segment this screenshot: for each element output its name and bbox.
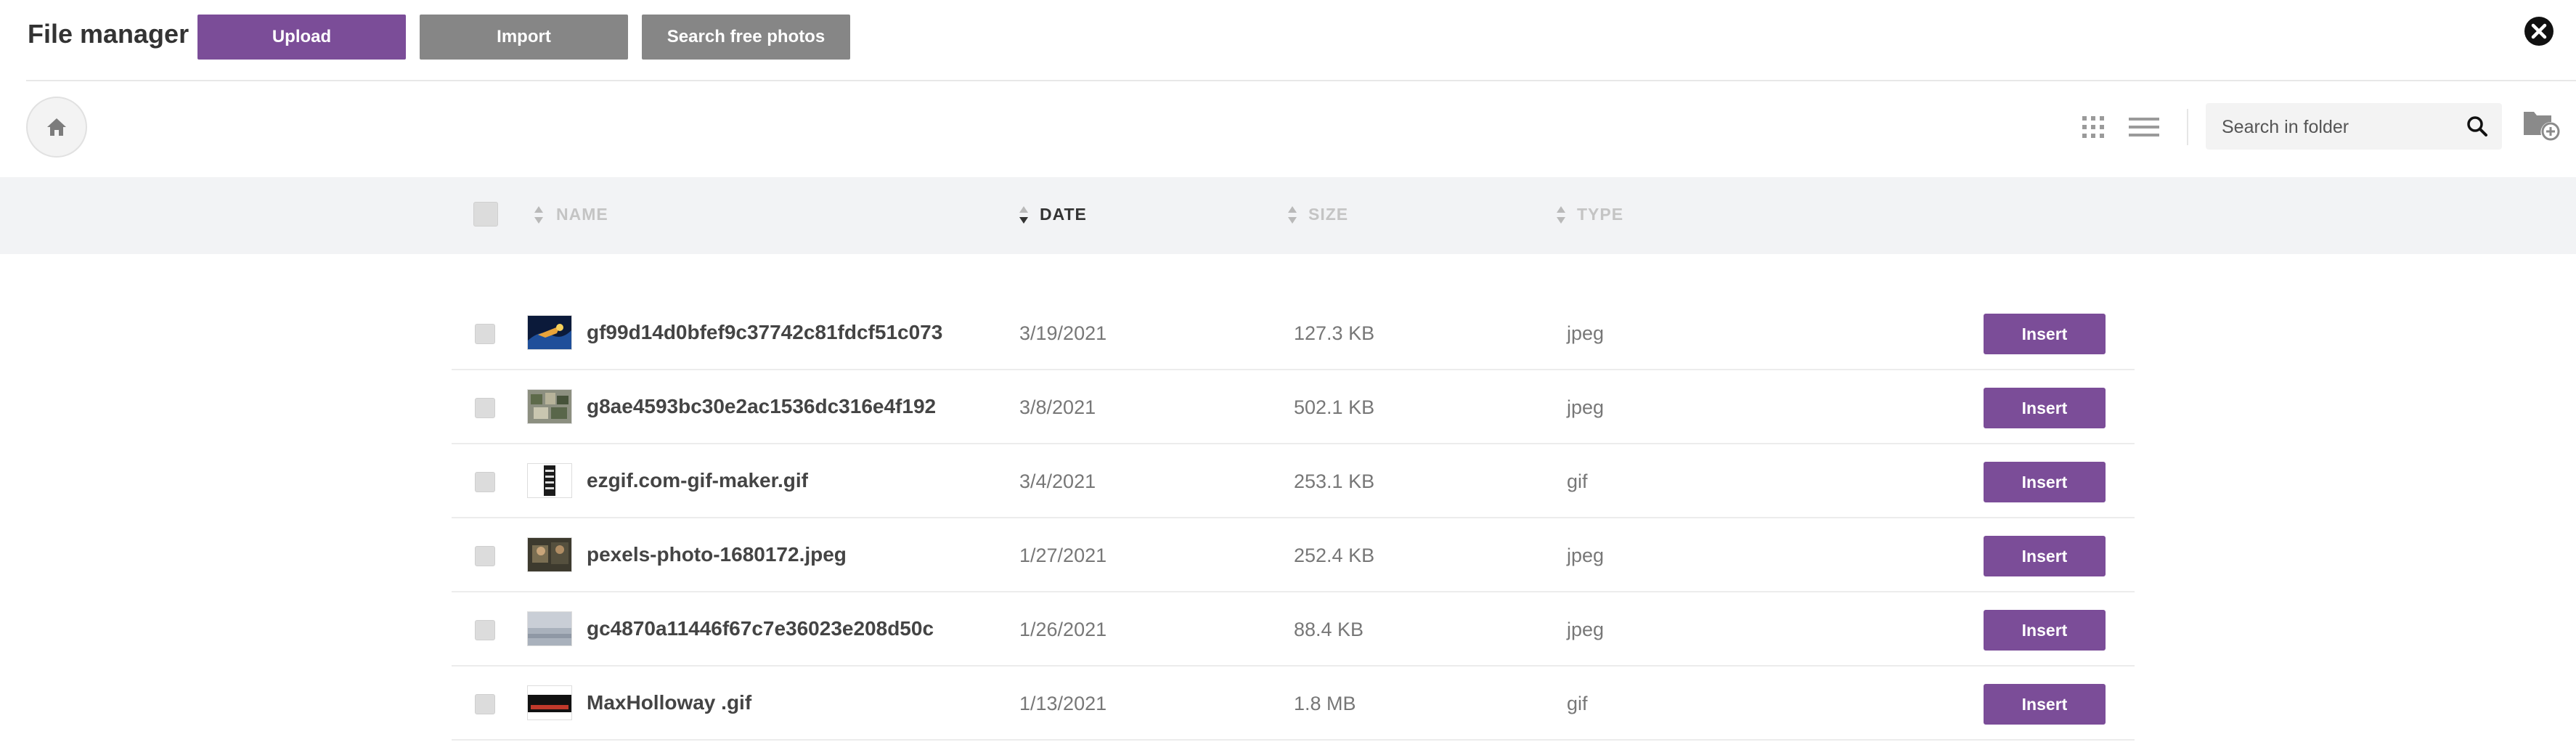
column-header-name[interactable]: NAME — [556, 205, 608, 224]
header-divider — [26, 80, 2576, 81]
new-folder-icon[interactable] — [2522, 107, 2560, 141]
table-row[interactable]: gf99d14d0bfef9c37742c81fdcf51c073 3/19/2… — [452, 296, 2135, 370]
file-name[interactable]: pexels-photo-1680172.jpeg — [587, 543, 966, 566]
file-type: jpeg — [1567, 322, 1605, 344]
file-date: 3/8/2021 — [1019, 396, 1096, 418]
file-type: gif — [1567, 693, 1588, 714]
insert-button[interactable]: Insert — [1984, 462, 2106, 502]
file-size: 127.3 KB — [1294, 322, 1375, 344]
table-row[interactable]: MaxHolloway .gif 1/13/2021 1.8 MB gif In… — [452, 666, 2135, 741]
grid-view-icon[interactable] — [2081, 115, 2106, 139]
folder-search — [2206, 103, 2502, 151]
file-name[interactable]: gc4870a11446f67c7e36023e208d50c — [587, 617, 966, 640]
file-thumbnail — [527, 389, 572, 424]
toolbar-divider — [2187, 109, 2188, 145]
home-button[interactable] — [26, 97, 87, 158]
column-header-date[interactable]: DATE — [1040, 205, 1087, 224]
row-checkbox[interactable] — [475, 620, 495, 640]
table-row[interactable]: gc4870a11446f67c7e36023e208d50c 1/26/202… — [452, 592, 2135, 666]
file-type: gif — [1567, 470, 1588, 492]
upload-button[interactable]: Upload — [197, 15, 406, 60]
file-type: jpeg — [1567, 619, 1605, 640]
file-thumbnail — [527, 463, 572, 498]
file-size: 502.1 KB — [1294, 396, 1375, 418]
import-button[interactable]: Import — [420, 15, 628, 60]
file-type: jpeg — [1567, 545, 1605, 566]
file-date: 1/13/2021 — [1019, 693, 1107, 714]
file-thumbnail — [527, 611, 572, 646]
file-size: 88.4 KB — [1294, 619, 1364, 640]
file-size: 252.4 KB — [1294, 545, 1375, 566]
sort-size-icon[interactable] — [1287, 205, 1298, 225]
file-name[interactable]: g8ae4593bc30e2ac1536dc316e4f192 — [587, 395, 966, 418]
file-date: 3/19/2021 — [1019, 322, 1107, 344]
row-divider — [452, 739, 2135, 741]
insert-button[interactable]: Insert — [1984, 314, 2106, 354]
file-name[interactable]: gf99d14d0bfef9c37742c81fdcf51c073 — [587, 321, 966, 344]
search-icon[interactable] — [2466, 115, 2489, 142]
file-name[interactable]: MaxHolloway .gif — [587, 691, 966, 714]
insert-button[interactable]: Insert — [1984, 536, 2106, 576]
insert-button[interactable]: Insert — [1984, 388, 2106, 428]
sort-type-icon[interactable] — [1555, 205, 1567, 225]
file-size: 253.1 KB — [1294, 470, 1375, 492]
insert-button[interactable]: Insert — [1984, 610, 2106, 651]
file-date: 1/27/2021 — [1019, 545, 1107, 566]
table-header: NAME DATE SIZE TYPE — [0, 177, 2576, 254]
list-view-icon[interactable] — [2129, 118, 2159, 136]
file-name[interactable]: ezgif.com-gif-maker.gif — [587, 469, 966, 492]
file-thumbnail — [527, 537, 572, 572]
file-date: 3/4/2021 — [1019, 470, 1096, 492]
search-free-photos-button[interactable]: Search free photos — [642, 15, 850, 60]
close-icon[interactable] — [2524, 16, 2554, 46]
table-row[interactable]: ezgif.com-gif-maker.gif 3/4/2021 253.1 K… — [452, 444, 2135, 518]
column-header-size[interactable]: SIZE — [1308, 205, 1348, 224]
row-checkbox[interactable] — [475, 398, 495, 418]
row-checkbox[interactable] — [475, 546, 495, 566]
table-row[interactable]: g8ae4593bc30e2ac1536dc316e4f192 3/8/2021… — [452, 370, 2135, 444]
insert-button[interactable]: Insert — [1984, 684, 2106, 725]
file-manager-header: File manager Upload Import Search free p… — [0, 0, 2576, 80]
column-header-type[interactable]: TYPE — [1577, 205, 1623, 224]
file-size: 1.8 MB — [1294, 693, 1356, 714]
row-checkbox[interactable] — [475, 324, 495, 344]
home-icon — [47, 118, 66, 136]
table-row[interactable]: pexels-photo-1680172.jpeg 1/27/2021 252.… — [452, 518, 2135, 592]
search-input[interactable] — [2220, 103, 2455, 151]
sort-name-icon[interactable] — [533, 205, 545, 225]
row-checkbox[interactable] — [475, 472, 495, 492]
page-title: File manager — [28, 19, 189, 49]
file-type: jpeg — [1567, 396, 1605, 418]
select-all-checkbox[interactable] — [473, 202, 498, 227]
file-thumbnail — [527, 315, 572, 350]
row-checkbox[interactable] — [475, 694, 495, 714]
file-date: 1/26/2021 — [1019, 619, 1107, 640]
sort-date-icon[interactable] — [1018, 205, 1030, 225]
file-thumbnail — [527, 685, 572, 720]
